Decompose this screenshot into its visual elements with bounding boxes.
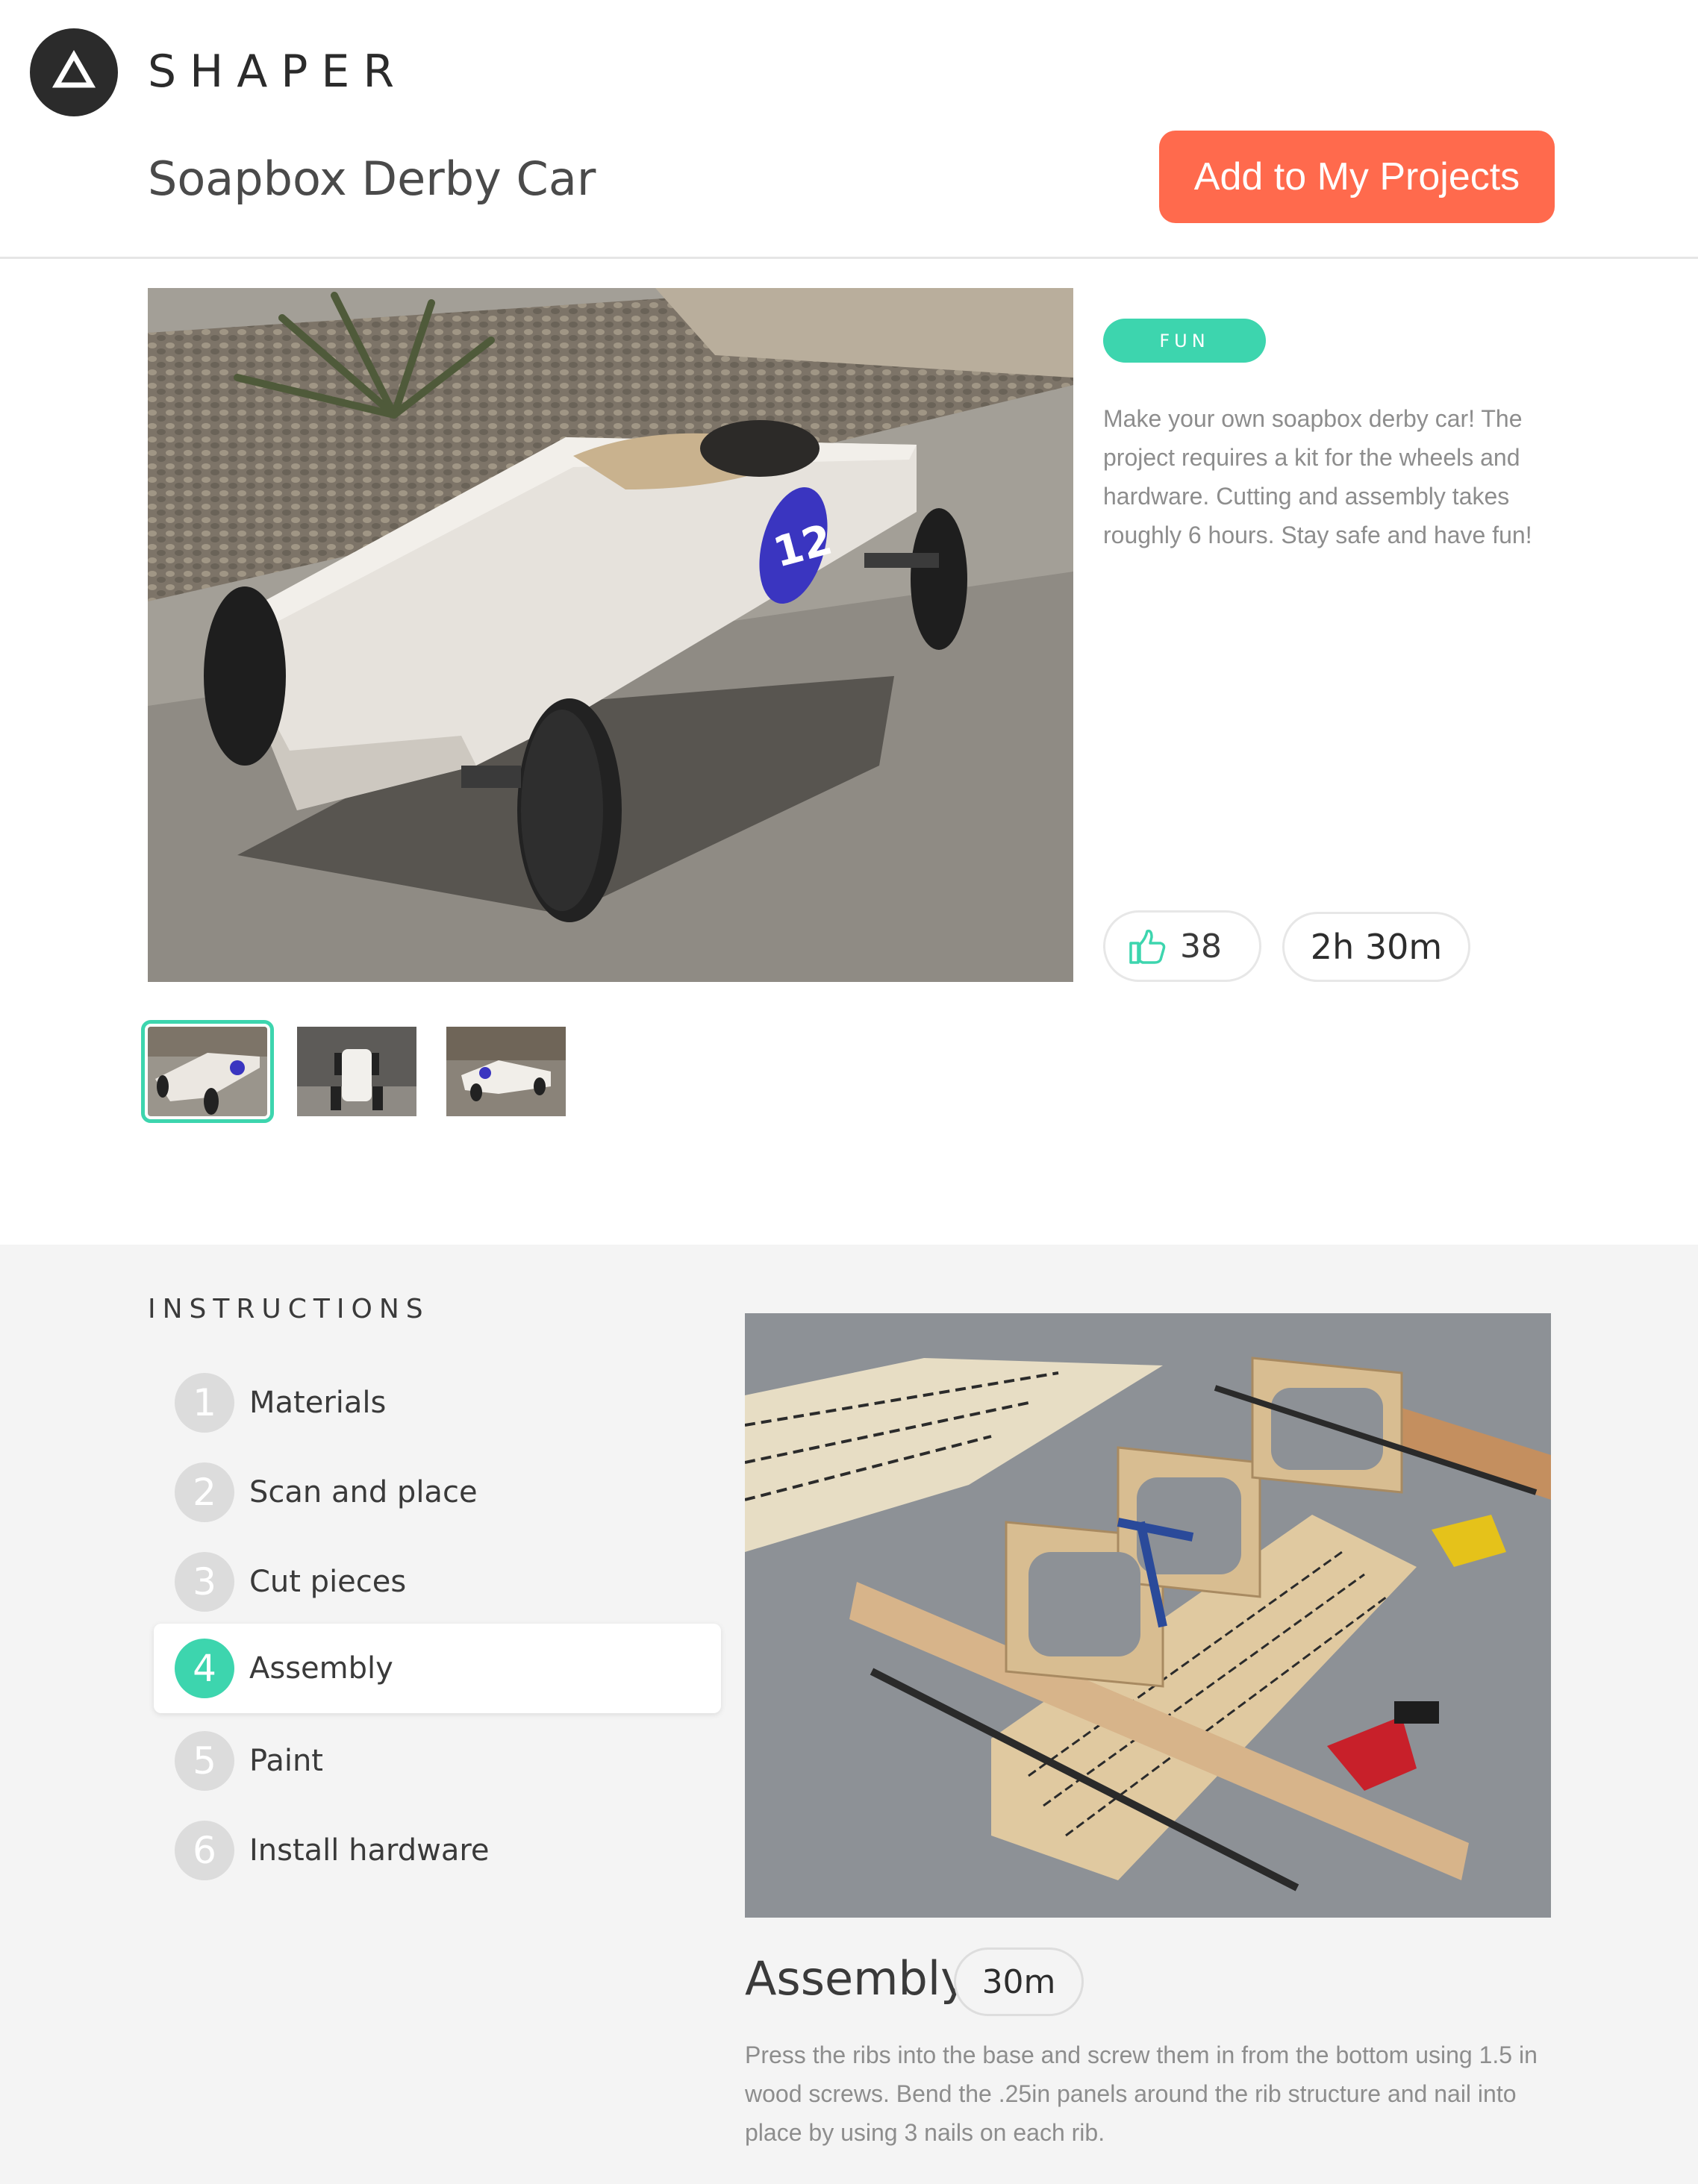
step-number: 6 (175, 1821, 234, 1880)
step-label: Assembly (249, 1651, 393, 1686)
step-photo (745, 1313, 1551, 1918)
step-item-scan-and-place[interactable]: 2 Scan and place (154, 1448, 721, 1537)
add-to-my-projects-button[interactable]: Add to My Projects (1159, 131, 1555, 223)
step-item-install-hardware[interactable]: 6 Install hardware (154, 1806, 721, 1895)
step-title: Assembly (745, 1951, 968, 2006)
thumbnail-1[interactable] (141, 1020, 274, 1123)
shaper-logo-icon[interactable] (30, 28, 118, 116)
project-description: Make your own soapbox derby car! The pro… (1103, 405, 1532, 548)
brand-wordmark[interactable]: SHAPER (148, 43, 408, 100)
project-duration: 2h 30m (1282, 912, 1470, 982)
step-number: 3 (175, 1552, 234, 1612)
project-page: SHAPER Soapbox Derby Car Add to My Proje… (0, 0, 1698, 2184)
thumbnail-3[interactable] (446, 1027, 566, 1116)
like-count: 38 (1180, 927, 1222, 966)
step-number: 1 (175, 1373, 234, 1433)
like-button[interactable]: 38 (1103, 910, 1261, 982)
step-label: Scan and place (249, 1475, 478, 1509)
category-tag[interactable]: FUN (1103, 319, 1266, 363)
step-item-cut-pieces[interactable]: 3 Cut pieces (154, 1537, 721, 1627)
step-number: 4 (175, 1639, 234, 1698)
hero-photo: 12 (148, 288, 1073, 982)
step-number: 2 (175, 1462, 234, 1522)
step-label: Install hardware (249, 1833, 490, 1868)
step-duration: 30m (954, 1947, 1084, 2016)
header-divider (0, 257, 1698, 259)
thumbs-up-icon (1129, 929, 1166, 964)
step-item-materials[interactable]: 1 Materials (154, 1358, 721, 1448)
step-item-assembly[interactable]: 4 Assembly (154, 1624, 721, 1713)
step-label: Cut pieces (249, 1565, 407, 1599)
thumbnail-2[interactable] (297, 1027, 416, 1116)
step-label: Materials (249, 1386, 387, 1420)
project-title: Soapbox Derby Car (148, 151, 596, 206)
instructions-heading: INSTRUCTIONS (148, 1294, 430, 1324)
step-label: Paint (249, 1744, 323, 1778)
step-description: Press the ribs into the base and screw t… (745, 2041, 1538, 2146)
step-item-paint[interactable]: 5 Paint (154, 1716, 721, 1806)
step-number: 5 (175, 1731, 234, 1791)
